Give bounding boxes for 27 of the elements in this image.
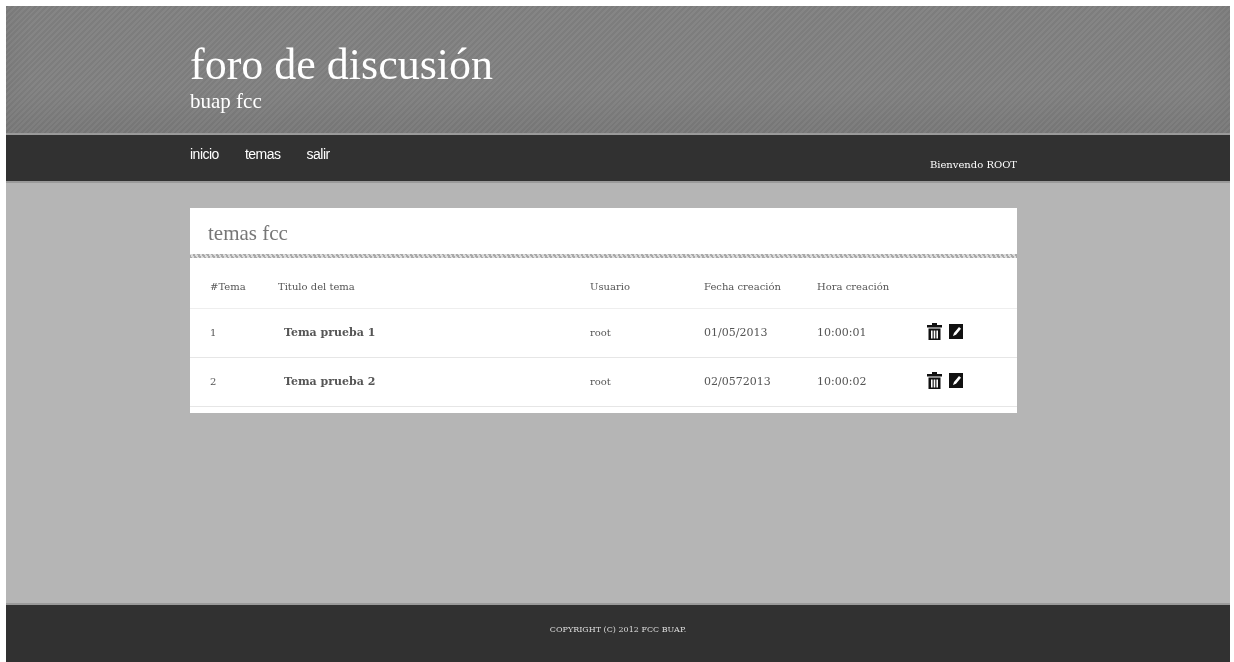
trash-icon[interactable] [927, 323, 942, 340]
table-cell: 1 [190, 308, 274, 358]
welcome-text: Bienvendo ROOT [929, 158, 1017, 170]
column-header: Titulo del tema [274, 272, 590, 309]
edit-icon[interactable] [949, 324, 963, 339]
site-title: foro de discusión [190, 42, 495, 88]
panel-title: temas fcc [208, 220, 289, 246]
column-header: Fecha creación [704, 272, 817, 309]
table-cell: 10:00:01 [817, 308, 927, 358]
table-cell: 01/05/2013 [704, 308, 817, 358]
table-cell: root [590, 357, 704, 407]
table-cell: root [590, 308, 704, 358]
table-cell: 10:00:02 [817, 357, 927, 407]
site-subtitle: buap fcc [190, 88, 263, 114]
column-header: Hora creación [817, 272, 927, 309]
table-cell: 2 [190, 357, 274, 407]
nav-link[interactable]: salir [306, 146, 330, 162]
nav-link[interactable]: temas [244, 146, 281, 162]
column-header: Usuario [590, 272, 704, 309]
topic-title: Tema prueba 2 [274, 357, 590, 407]
table-cell: 02/0572013 [704, 357, 817, 407]
column-header: #Tema [190, 272, 274, 309]
trash-icon[interactable] [927, 372, 942, 389]
copyright-text: COPYRIGHT (C) 2012 FCC BUAP. [549, 625, 687, 636]
edit-icon[interactable] [949, 373, 963, 388]
nav-link[interactable]: inicio [190, 146, 219, 162]
topic-title: Tema prueba 1 [274, 308, 590, 358]
